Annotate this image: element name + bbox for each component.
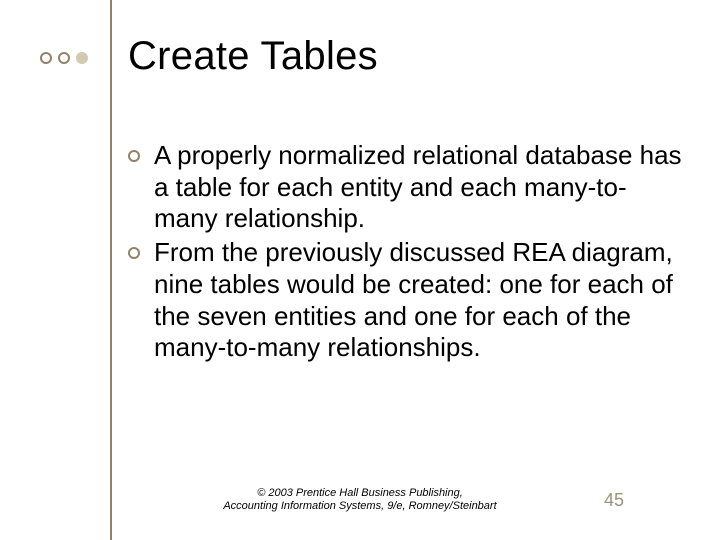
- slide-title: Create Tables: [128, 34, 378, 79]
- bullet-text: A properly normalized relational databas…: [154, 140, 688, 235]
- list-item: A properly normalized relational databas…: [128, 140, 688, 235]
- dot-icon: [40, 52, 52, 64]
- footer-line-2: Accounting Information Systems, 9/e, Rom…: [223, 500, 496, 512]
- footer-line-1: © 2003 Prentice Hall Business Publishing…: [257, 487, 463, 499]
- list-item: From the previously discussed REA diagra…: [128, 237, 688, 364]
- decorative-dots: [40, 52, 88, 64]
- bullet-icon: [128, 247, 140, 259]
- bullet-icon: [128, 150, 140, 162]
- dot-icon: [76, 52, 88, 64]
- bullet-text: From the previously discussed REA diagra…: [154, 237, 688, 364]
- slide-body: A properly normalized relational databas…: [128, 140, 688, 366]
- footer-text: © 2003 Prentice Hall Business Publishing…: [223, 487, 496, 515]
- slide: Create Tables A properly normalized rela…: [0, 0, 720, 540]
- dot-icon: [58, 52, 70, 64]
- page-number: 45: [604, 490, 624, 511]
- vertical-divider: [110, 0, 112, 540]
